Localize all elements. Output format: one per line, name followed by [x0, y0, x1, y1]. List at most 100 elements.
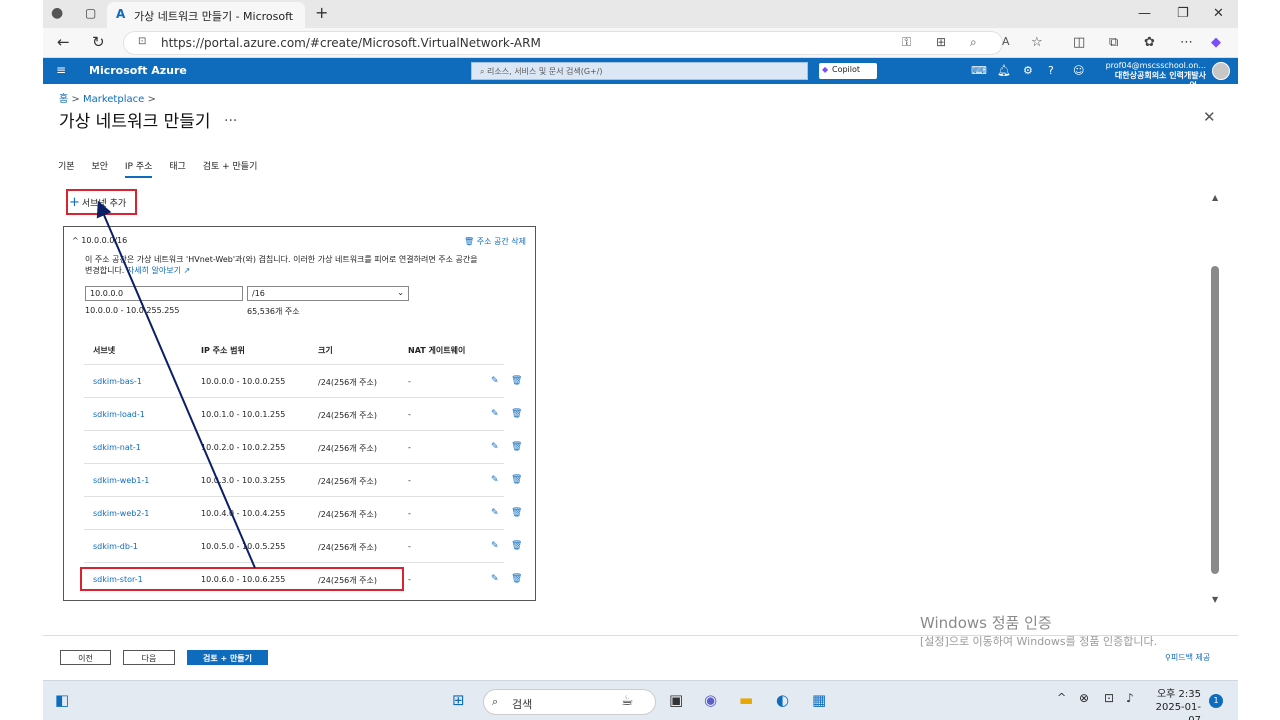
notifications-bell-icon[interactable]: 🔔︎ [997, 64, 1011, 77]
more-options-icon[interactable]: ... [224, 109, 237, 125]
trash-icon[interactable]: 🗑︎ [511, 376, 522, 386]
store-icon[interactable]: ▦ [812, 691, 826, 709]
tab-review-create[interactable]: 검토 + 만들기 [203, 162, 258, 172]
tab-basics[interactable]: 기본 [58, 162, 75, 172]
subnet-name-link[interactable]: sdkim-web2-1 [93, 509, 149, 518]
avatar[interactable] [1212, 62, 1230, 80]
prefix-value: /16 [252, 289, 265, 298]
subnet-name-link[interactable]: sdkim-load-1 [93, 410, 145, 419]
collections-icon[interactable]: ⧉ [1109, 35, 1118, 50]
network-icon[interactable]: ⊡ [1104, 691, 1114, 705]
start-icon[interactable]: ⊞ [452, 691, 465, 709]
subnet-nat: - [408, 509, 411, 518]
search-icon: ⌕ [480, 67, 488, 76]
global-search-input[interactable]: ⌕ 리소스, 서비스 및 문서 검색(G+/) [471, 62, 808, 80]
key-icon[interactable]: ⚿ [902, 35, 911, 50]
edit-pencil-icon[interactable]: ✎ [491, 475, 499, 485]
tab-security[interactable]: 보안 [91, 162, 108, 172]
clock[interactable]: 오후 2:35 2025-01-07 [1147, 688, 1201, 720]
feedback-link[interactable]: ⚲피드백 제공 [1165, 652, 1210, 663]
trash-icon[interactable]: 🗑︎ [511, 541, 522, 551]
trash-icon[interactable]: 🗑︎ [511, 409, 522, 419]
trash-icon[interactable]: 🗑︎ [511, 475, 522, 485]
tab-tags[interactable]: 태그 [169, 162, 186, 172]
restore-icon[interactable]: ❐ [1177, 6, 1189, 21]
table-row: sdkim-web2-1 10.0.4.0 - 10.0.4.255 /24(2… [64, 497, 534, 530]
address-range: 10.0.0.0 - 10.0.255.255 [85, 306, 180, 315]
help-icon[interactable]: ? [1048, 64, 1054, 77]
edit-pencil-icon[interactable]: ✎ [491, 409, 499, 419]
hamburger-menu-icon[interactable]: ≡ [56, 63, 66, 77]
delete-address-space-button[interactable]: 🗑︎ 주소 공간 삭제 [464, 236, 526, 247]
browser-tab[interactable]: A 가상 네트워크 만들기 - Microsoft [107, 2, 305, 28]
trash-icon[interactable]: 🗑︎ [511, 508, 522, 518]
copilot-button[interactable]: ◆ Copilot [819, 63, 877, 79]
trash-icon[interactable]: 🗑︎ [511, 574, 522, 584]
edit-pencil-icon[interactable]: ✎ [491, 442, 499, 452]
settings-gear-icon[interactable]: ⚙ [1023, 64, 1033, 77]
prefix-select[interactable]: /16 ⌄ [247, 286, 409, 301]
breadcrumb-marketplace[interactable]: Marketplace [83, 94, 144, 105]
zoom-icon[interactable]: ⌕ [970, 35, 977, 50]
subnet-name-link[interactable]: sdkim-nat-1 [93, 443, 141, 452]
feedback-icon[interactable]: ☺ [1073, 64, 1084, 77]
review-create-button[interactable]: 검토 + 만들기 [187, 650, 268, 665]
trash-icon[interactable]: 🗑︎ [511, 442, 522, 452]
volume-icon[interactable]: ♪ [1126, 691, 1134, 705]
subnet-range: 10.0.4.0 - 10.0.4.255 [201, 509, 286, 518]
apps-icon[interactable]: ⊞ [936, 35, 946, 49]
copilot-browser-icon[interactable]: ◆ [1211, 35, 1221, 50]
profile-icon[interactable]: ● [51, 5, 63, 21]
address-input[interactable]: 10.0.0.0 [85, 286, 243, 301]
notification-badge[interactable]: 1 [1209, 694, 1223, 708]
read-aloud-icon[interactable]: A [1002, 35, 1010, 48]
tray-close-circle-icon[interactable]: ⊗ [1079, 691, 1089, 705]
table-row: sdkim-bas-1 10.0.0.0 - 10.0.0.255 /24(25… [64, 365, 534, 398]
teams-icon[interactable]: ◉ [704, 691, 717, 709]
task-view-icon[interactable]: ▣ [669, 691, 683, 709]
subnet-name-link[interactable]: sdkim-db-1 [93, 542, 138, 551]
learn-more-link[interactable]: 자세히 알아보기 [127, 266, 181, 275]
azure-brand[interactable]: Microsoft Azure [89, 64, 187, 77]
scroll-down-icon[interactable]: ▼ [1212, 595, 1218, 604]
subnet-name-link[interactable]: sdkim-web1-1 [93, 476, 149, 485]
new-tab-icon[interactable]: + [315, 3, 328, 22]
taskbar-search[interactable]: ⌕ 검색 ☕︎ [483, 689, 656, 715]
edit-pencil-icon[interactable]: ✎ [491, 376, 499, 386]
address-space-header[interactable]: ^ 10.0.0.0/16 [72, 236, 127, 245]
breadcrumb-sep: > [71, 94, 80, 105]
account-info[interactable]: prof04@mscsschool.on... 대한상공회의소 인력개발사업..… [1104, 61, 1206, 91]
add-subnet-button[interactable]: + 서브넷 추가 [69, 195, 126, 210]
cloud-shell-icon[interactable]: ⌨ [971, 64, 987, 77]
more-menu-icon[interactable]: ⋯ [1180, 35, 1193, 50]
edge-icon[interactable]: ◐ [776, 691, 789, 709]
breadcrumb-home[interactable]: 홈 [59, 94, 68, 105]
tray-chevron-up-icon[interactable]: ^ [1057, 691, 1066, 704]
tab-ip-addresses[interactable]: IP 주소 [124, 162, 153, 178]
subnet-range: 10.0.3.0 - 10.0.3.255 [201, 476, 286, 485]
edit-pencil-icon[interactable]: ✎ [491, 508, 499, 518]
favorites-icon[interactable]: ☆ [1031, 35, 1043, 50]
file-explorer-icon[interactable]: ▬ [739, 691, 753, 709]
add-subnet-label: 서브넷 추가 [81, 199, 127, 209]
widgets-icon[interactable]: ◧ [55, 691, 69, 709]
col-header-ip-range: IP 주소 범위 [201, 346, 245, 355]
split-screen-icon[interactable]: ◫ [1073, 35, 1085, 50]
edit-pencil-icon[interactable]: ✎ [491, 574, 499, 584]
refresh-icon[interactable]: ↻ [92, 33, 105, 51]
minimize-icon[interactable]: — [1138, 6, 1151, 21]
subnet-size: /24(256개 주소) [318, 477, 378, 486]
previous-button[interactable]: 이전 [60, 650, 111, 665]
edit-pencil-icon[interactable]: ✎ [491, 541, 499, 551]
close-window-icon[interactable]: ✕ [1213, 6, 1224, 21]
extensions-icon[interactable]: ✿ [1144, 35, 1155, 50]
close-blade-icon[interactable]: ✕ [1203, 108, 1216, 126]
scroll-up-icon[interactable]: ▲ [1212, 193, 1218, 202]
warning-line-1: 이 주소 공간은 가상 네트워크 'HVnet-Web'과(와) 겹칩니다. 이… [85, 255, 478, 264]
back-icon[interactable]: ← [57, 33, 70, 51]
subnet-name-link[interactable]: sdkim-bas-1 [93, 377, 142, 386]
scroll-thumb[interactable] [1211, 266, 1219, 574]
address-bar[interactable]: ⊡ https://portal.azure.com/#create/Micro… [123, 31, 1010, 55]
next-button[interactable]: 다음 [123, 650, 175, 665]
workspaces-icon[interactable]: ▢ [85, 6, 96, 20]
